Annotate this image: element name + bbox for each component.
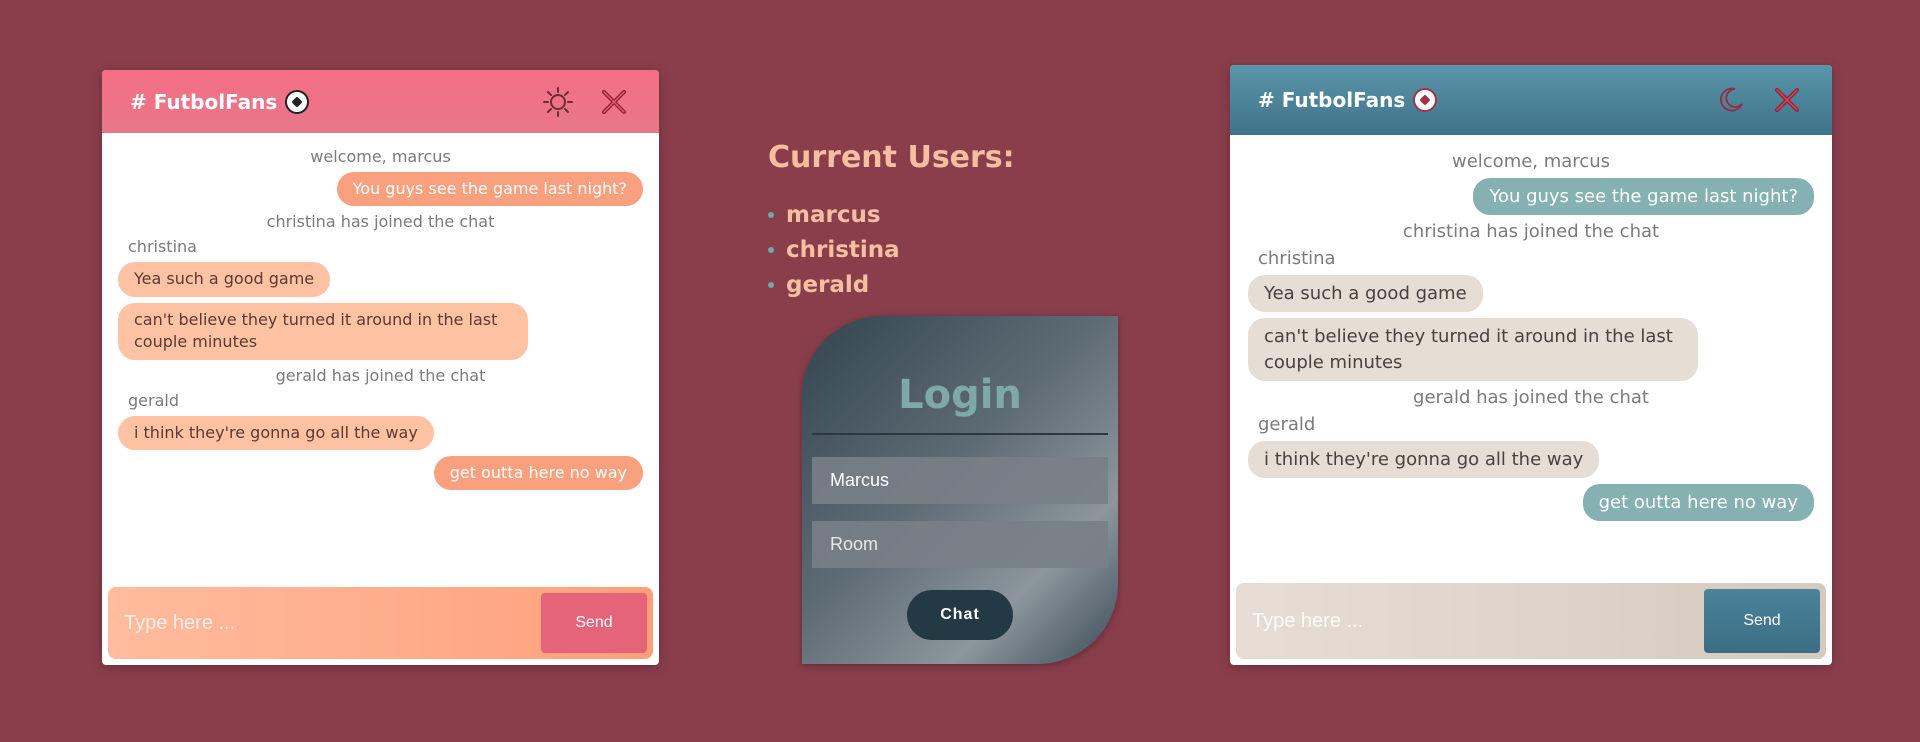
message-composer: Send [108,587,653,659]
message-row-outgoing: You guys see the game last night? [1248,178,1814,216]
system-message: gerald has joined the chat [275,365,486,385]
sender-name: gerald [128,390,179,410]
system-message: christina has joined the chat [1402,221,1660,243]
chat-header: # FutbolFans [102,70,659,133]
soccer-ball-icon [1413,88,1438,112]
login-card: Login Chat [802,316,1118,664]
message-bubble: Yea such a good game [1248,275,1483,313]
sender-name: gerald [1258,413,1316,435]
message-bubble: get outta here no way [433,455,643,491]
send-button[interactable]: Send [541,593,647,653]
moon-icon[interactable] [1714,83,1748,117]
message-row-incoming: can't believe they turned it around in t… [118,302,643,360]
user-list: marcus christina gerald [768,197,1015,302]
room-title-text: # FutbolFans [1258,88,1406,112]
soccer-ball-icon [285,89,310,114]
system-message: christina has joined the chat [266,212,495,232]
message-row-outgoing: get outta here no way [118,455,643,491]
user-list-item: christina [768,232,1015,267]
message-list: welcome, marcus You guys see the game la… [102,133,659,595]
chat-button[interactable]: Chat [907,590,1013,640]
system-message: gerald has joined the chat [1413,386,1649,408]
user-list-item: gerald [768,267,1015,302]
message-bubble: Yea such a good game [118,262,331,297]
message-row-outgoing: get outta here no way [1248,483,1814,522]
current-users-title: Current Users: [768,140,1015,175]
message-bubble: i think they're gonna go all the way [1248,440,1600,478]
message-row-incoming: i think they're gonna go all the way [1248,440,1814,478]
message-row-incoming: Yea such a good game [1248,275,1814,313]
login-title: Login [898,372,1022,418]
room-title: # FutbolFans [130,89,519,114]
chat-header: # FutbolFans [1230,65,1832,135]
send-button[interactable]: Send [1704,589,1820,653]
message-row-incoming: i think they're gonna go all the way [118,415,643,450]
username-input[interactable] [812,457,1108,504]
current-users: Current Users: marcus christina gerald [768,140,1015,302]
system-message: welcome, marcus [310,147,451,166]
room-input[interactable] [812,521,1108,568]
close-icon[interactable] [597,85,631,119]
message-composer: Send [1236,583,1826,659]
message-list: welcome, marcus You guys see the game la… [1230,135,1832,595]
user-list-item: marcus [768,197,1015,232]
close-icon[interactable] [1770,83,1804,117]
message-input[interactable] [1252,609,1704,633]
login-divider [812,433,1108,435]
message-row-incoming: can't believe they turned it around in t… [1248,318,1814,381]
chat-panel-light: # FutbolFans welcome, marcus You guys se… [102,70,659,665]
room-title-text: # FutbolFans [130,89,278,114]
message-bubble: You guys see the game last night? [336,172,643,207]
message-row-outgoing: You guys see the game last night? [118,172,643,207]
system-message: welcome, marcus [1451,151,1610,172]
sender-name: christina [1258,248,1336,270]
message-row-incoming: Yea such a good game [118,262,643,297]
message-bubble: can't believe they turned it around in t… [1248,318,1698,381]
room-title: # FutbolFans [1258,88,1692,112]
message-bubble: get outta here no way [1582,483,1814,522]
message-input[interactable] [124,611,541,635]
sender-name: christina [128,237,197,257]
message-bubble: can't believe they turned it around in t… [118,302,528,360]
message-bubble: You guys see the game last night? [1473,178,1814,216]
chat-panel-dark: # FutbolFans welcome, marcus You guys se… [1230,65,1832,665]
sun-icon[interactable] [541,85,575,119]
message-bubble: i think they're gonna go all the way [118,415,434,450]
